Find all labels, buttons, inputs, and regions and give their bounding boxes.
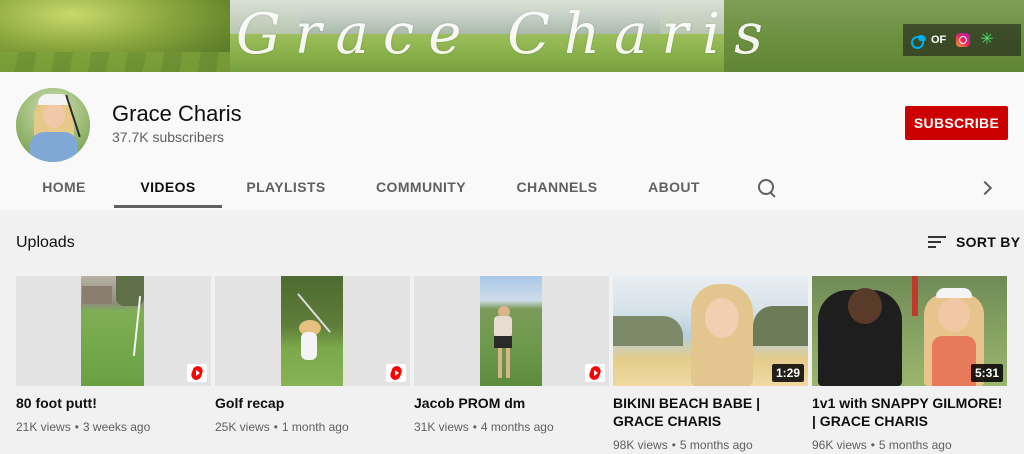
video-duration: 1:29 xyxy=(771,364,804,382)
tab-about[interactable]: ABOUT xyxy=(638,164,710,210)
view-count: 96K views xyxy=(812,438,867,452)
video-thumbnail[interactable] xyxy=(414,276,609,386)
video-title[interactable]: Jacob PROM dm xyxy=(414,394,609,412)
video-card[interactable]: 5:31 1v1 with SNAPPY GILMORE! | GRACE CH… xyxy=(812,276,1007,452)
upload-age: 1 month ago xyxy=(281,420,349,434)
uploads-section: Uploads SORT BY 80 foot putt! 21K views •… xyxy=(0,210,1024,454)
tab-channels[interactable]: CHANNELS xyxy=(506,164,608,210)
search-icon[interactable] xyxy=(752,174,780,202)
channel-banner: Grace Charis OF ✳ xyxy=(0,0,1024,72)
video-meta: 96K views • 5 months ago xyxy=(812,438,952,452)
tab-playlists[interactable]: PLAYLISTS xyxy=(236,164,336,210)
view-count: 25K views xyxy=(215,420,270,434)
video-thumbnail[interactable] xyxy=(215,276,410,386)
video-thumbnail[interactable]: 1:29 xyxy=(613,276,808,386)
upload-age: 4 months ago xyxy=(480,420,554,434)
video-thumbnail[interactable]: 5:31 xyxy=(812,276,1007,386)
video-card[interactable]: Jacob PROM dm 31K views • 4 months ago xyxy=(414,276,609,434)
view-count: 21K views xyxy=(16,420,71,434)
shorts-icon xyxy=(585,364,605,382)
channel-avatar[interactable] xyxy=(16,88,90,162)
upload-age: 3 weeks ago xyxy=(82,420,151,434)
video-title[interactable]: 1v1 with SNAPPY GILMORE! | GRACE CHARIS xyxy=(812,394,1007,430)
video-title[interactable]: Golf recap xyxy=(215,394,410,412)
video-title[interactable]: BIKINI BEACH BABE | GRACE CHARIS xyxy=(613,394,808,430)
banner-links: OF ✳ xyxy=(903,24,1021,56)
video-title[interactable]: 80 foot putt! xyxy=(16,394,211,412)
video-card[interactable]: Golf recap 25K views • 1 month ago xyxy=(215,276,410,434)
video-meta: 98K views • 5 months ago xyxy=(613,438,753,452)
video-meta: 21K views • 3 weeks ago xyxy=(16,420,151,434)
section-title: Uploads xyxy=(16,234,75,251)
sort-by-button[interactable]: SORT BY xyxy=(928,232,1020,252)
channel-tabs: HOME VIDEOS PLAYLISTS COMMUNITY CHANNELS… xyxy=(0,164,1024,210)
subscriber-count: 37.7K subscribers xyxy=(112,129,225,145)
video-thumbnail[interactable] xyxy=(16,276,211,386)
upload-age: 5 months ago xyxy=(679,438,753,452)
channel-name: Grace Charis xyxy=(112,101,242,126)
video-meta: 25K views • 1 month ago xyxy=(215,420,349,434)
banner-link-label: OF xyxy=(931,34,947,46)
tab-home[interactable]: HOME xyxy=(30,164,98,210)
shorts-icon xyxy=(386,364,406,382)
banner-title: Grace Charis xyxy=(236,2,777,67)
tab-community[interactable]: COMMUNITY xyxy=(364,164,478,210)
view-count: 98K views xyxy=(613,438,668,452)
subscribe-button[interactable]: SUBSCRIBE xyxy=(905,106,1008,140)
linktree-icon[interactable]: ✳ xyxy=(980,32,993,48)
sort-icon xyxy=(928,235,946,249)
shorts-icon xyxy=(187,364,207,382)
upload-age: 5 months ago xyxy=(878,438,952,452)
video-meta: 31K views • 4 months ago xyxy=(414,420,554,434)
instagram-icon[interactable] xyxy=(956,33,971,47)
video-card[interactable]: 80 foot putt! 21K views • 3 weeks ago xyxy=(16,276,211,434)
sort-label: SORT BY xyxy=(956,234,1021,250)
view-count: 31K views xyxy=(414,420,469,434)
tab-videos[interactable]: VIDEOS xyxy=(114,164,222,210)
video-card[interactable]: 1:29 BIKINI BEACH BABE | GRACE CHARIS 98… xyxy=(613,276,808,452)
video-duration: 5:31 xyxy=(970,364,1003,382)
chevron-right-icon[interactable] xyxy=(974,176,998,200)
banner-link-onlyfans[interactable]: OF xyxy=(911,34,947,49)
onlyfans-icon xyxy=(911,34,927,49)
